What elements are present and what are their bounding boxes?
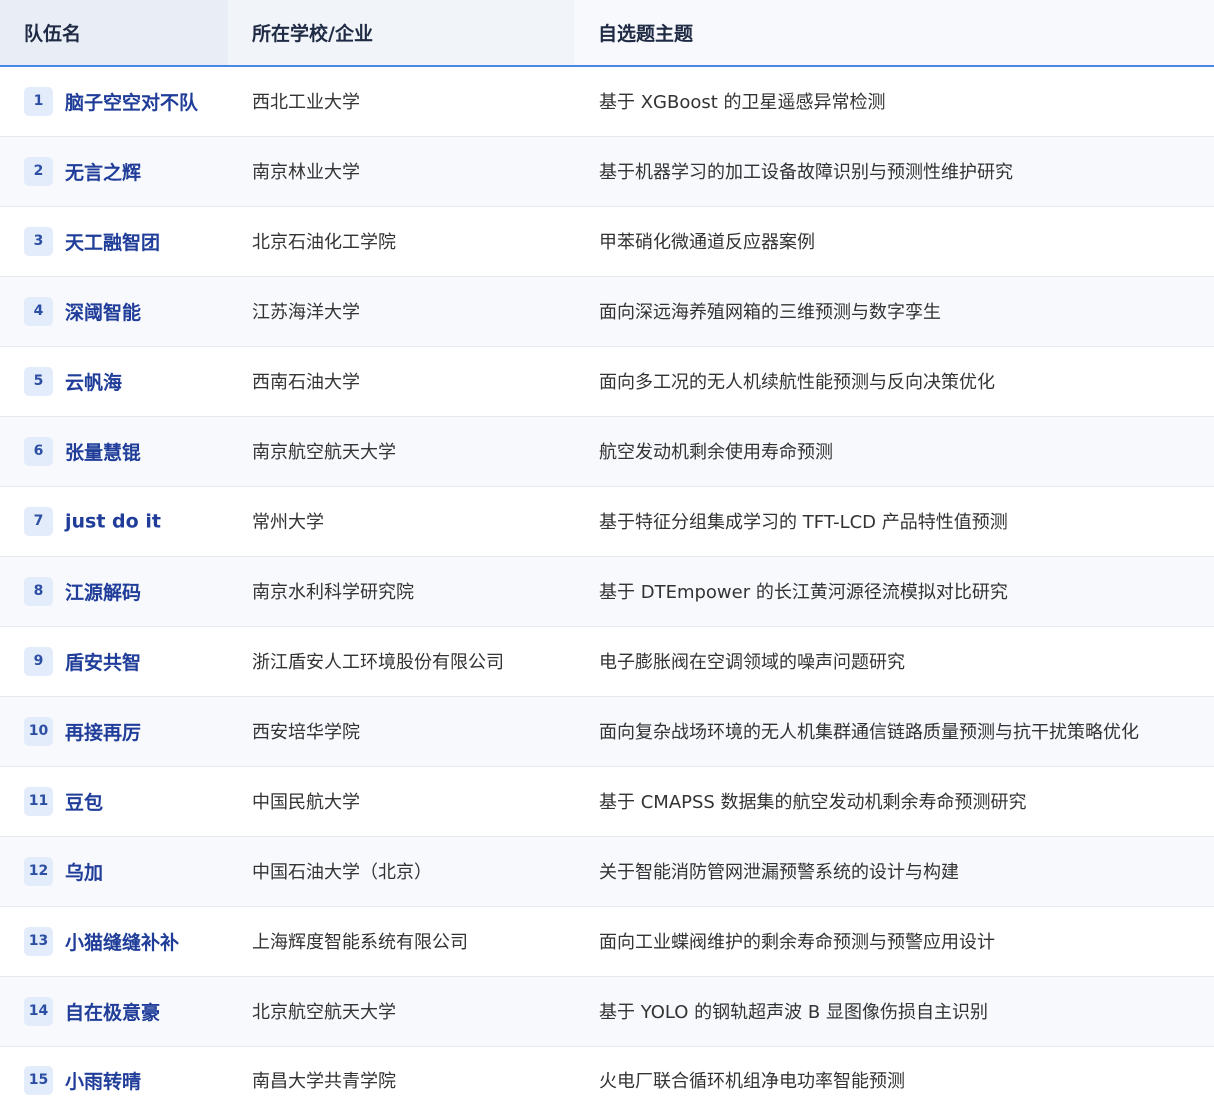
table-row: 12 乌加 中国石油大学（北京） 关于智能消防管网泄漏预警系统的设计与构建 <box>0 836 1214 906</box>
school-cell: 南京航空航天大学 <box>252 442 396 463</box>
team-name: 云帆海 <box>65 371 123 394</box>
topic-cell: 面向多工况的无人机续航性能预测与反向决策优化 <box>599 372 995 393</box>
topic-cell: 航空发动机剩余使用寿命预测 <box>599 442 833 463</box>
school-cell: 浙江盾安人工环境股份有限公司 <box>252 652 504 673</box>
school-cell: 中国石油大学（北京） <box>252 862 432 883</box>
school-cell: 西南石油大学 <box>252 372 360 393</box>
table-row: 11 豆包 中国民航大学 基于 CMAPSS 数据集的航空发动机剩余寿命预测研究 <box>0 766 1214 836</box>
table-row: 13 小猫缝缝补补 上海辉度智能系统有限公司 面向工业蝶阀维护的剩余寿命预测与预警应用… <box>0 906 1214 976</box>
topic-cell: 基于 DTEmpower 的长江黄河源径流模拟对比研究 <box>599 582 1008 603</box>
table-row: 15 小雨转晴 南昌大学共青学院 火电厂联合循环机组净电功率智能预测 <box>0 1046 1214 1114</box>
team-cell: 5 云帆海 <box>0 346 228 416</box>
school-cell: 北京石油化工学院 <box>252 232 396 253</box>
table-row: 5 云帆海 西南石油大学 面向多工况的无人机续航性能预测与反向决策优化 <box>0 346 1214 416</box>
team-name: 自在极意豪 <box>65 1001 161 1024</box>
topic-cell: 关于智能消防管网泄漏预警系统的设计与构建 <box>599 862 959 883</box>
topic-cell: 基于 CMAPSS 数据集的航空发动机剩余寿命预测研究 <box>599 792 1027 813</box>
table-row: 1 脑子空空对不队 西北工业大学 基于 XGBoost 的卫星遥感异常检测 <box>0 66 1214 136</box>
table-row: 2 无言之辉 南京林业大学 基于机器学习的加工设备故障识别与预测性维护研究 <box>0 136 1214 206</box>
table-row: 8 江源解码 南京水利科学研究院 基于 DTEmpower 的长江黄河源径流模拟对比研… <box>0 556 1214 626</box>
team-cell: 2 无言之辉 <box>0 136 228 206</box>
team-name: 乌加 <box>65 861 104 884</box>
team-name: 无言之辉 <box>65 161 142 184</box>
rank-badge: 6 <box>24 436 53 466</box>
team-name: 脑子空空对不队 <box>65 91 199 114</box>
rank-badge: 4 <box>24 296 53 326</box>
rank-badge: 7 <box>24 506 53 536</box>
school-cell: 南京水利科学研究院 <box>252 582 414 603</box>
team-name: 再接再厉 <box>65 721 142 744</box>
team-cell: 8 江源解码 <box>0 556 228 626</box>
school-cell: 常州大学 <box>252 512 324 533</box>
table-header-row: 队伍名 所在学校/企业 自选题主题 <box>0 0 1214 67</box>
header-topic: 自选题主题 <box>574 0 1214 67</box>
topic-cell: 火电厂联合循环机组净电功率智能预测 <box>599 1071 905 1093</box>
team-cell: 1 脑子空空对不队 <box>0 66 228 136</box>
team-name: 小猫缝缝补补 <box>65 931 180 954</box>
table-row: 10 再接再厉 西安培华学院 面向复杂战场环境的无人机集群通信链路质量预测与抗干扰策略… <box>0 696 1214 766</box>
rank-badge: 5 <box>24 366 53 396</box>
table-row: 3 天工融智团 北京石油化工学院 甲苯硝化微通道反应器案例 <box>0 206 1214 276</box>
rank-badge: 3 <box>24 226 53 256</box>
team-cell: 12 乌加 <box>0 836 228 906</box>
team-cell: 7 just do it <box>0 486 228 556</box>
rank-badge: 14 <box>24 996 53 1026</box>
table-row: 9 盾安共智 浙江盾安人工环境股份有限公司 电子膨胀阀在空调领域的噪声问题研究 <box>0 626 1214 696</box>
rank-badge: 8 <box>24 576 53 606</box>
topic-cell: 面向工业蝶阀维护的剩余寿命预测与预警应用设计 <box>599 932 995 953</box>
topic-cell: 基于 YOLO 的钢轨超声波 B 显图像伤损自主识别 <box>599 1002 988 1023</box>
team-cell: 4 深阈智能 <box>0 276 228 346</box>
table-row: 14 自在极意豪 北京航空航天大学 基于 YOLO 的钢轨超声波 B 显图像伤损自主识… <box>0 976 1214 1046</box>
topic-cell: 电子膨胀阀在空调领域的噪声问题研究 <box>599 652 905 673</box>
topic-cell: 面向复杂战场环境的无人机集群通信链路质量预测与抗干扰策略优化 <box>599 722 1139 743</box>
team-cell: 10 再接再厉 <box>0 696 228 766</box>
rank-badge: 2 <box>24 156 53 186</box>
school-cell: 西北工业大学 <box>252 92 360 114</box>
rank-badge: 11 <box>24 786 53 816</box>
team-cell: 14 自在极意豪 <box>0 976 228 1046</box>
rank-badge: 15 <box>24 1065 53 1095</box>
team-name: 小雨转晴 <box>65 1070 142 1093</box>
school-cell: 南京林业大学 <box>252 162 360 183</box>
team-cell: 11 豆包 <box>0 766 228 836</box>
rank-badge: 9 <box>24 646 53 676</box>
topic-cell: 基于特征分组集成学习的 TFT-LCD 产品特性值预测 <box>599 512 1008 533</box>
rank-badge: 13 <box>24 926 53 956</box>
topic-cell: 甲苯硝化微通道反应器案例 <box>599 232 815 253</box>
header-school: 所在学校/企业 <box>228 0 574 67</box>
rank-badge: 10 <box>24 716 53 746</box>
school-cell: 中国民航大学 <box>252 792 360 813</box>
table-row: 6 张量慧锟 南京航空航天大学 航空发动机剩余使用寿命预测 <box>0 416 1214 486</box>
team-name: 豆包 <box>65 791 104 814</box>
school-cell: 上海辉度智能系统有限公司 <box>252 932 468 953</box>
topic-cell: 基于机器学习的加工设备故障识别与预测性维护研究 <box>599 162 1013 183</box>
table-row: 7 just do it 常州大学 基于特征分组集成学习的 TFT-LCD 产品特性值… <box>0 486 1214 556</box>
rank-badge: 1 <box>24 86 53 116</box>
team-cell: 3 天工融智团 <box>0 206 228 276</box>
header-team: 队伍名 <box>0 0 228 67</box>
team-name: 天工融智团 <box>65 231 161 254</box>
topic-cell: 基于 XGBoost 的卫星遥感异常检测 <box>599 92 886 114</box>
team-cell: 6 张量慧锟 <box>0 416 228 486</box>
team-cell: 15 小雨转晴 <box>0 1046 228 1114</box>
team-name: 深阈智能 <box>65 301 142 324</box>
team-cell: 9 盾安共智 <box>0 626 228 696</box>
topic-cell: 面向深远海养殖网箱的三维预测与数字孪生 <box>599 302 941 323</box>
team-name: 江源解码 <box>65 581 142 604</box>
team-cell: 13 小猫缝缝补补 <box>0 906 228 976</box>
school-cell: 北京航空航天大学 <box>252 1002 396 1023</box>
team-name: 张量慧锟 <box>65 441 142 464</box>
table-row: 4 深阈智能 江苏海洋大学 面向深远海养殖网箱的三维预测与数字孪生 <box>0 276 1214 346</box>
teams-table: 队伍名 所在学校/企业 自选题主题 1 脑子空空对不队 西北工业大学 基于 XGBoo… <box>0 0 1214 1114</box>
team-name: 盾安共智 <box>65 651 142 674</box>
rank-badge: 12 <box>24 856 53 886</box>
school-cell: 南昌大学共青学院 <box>252 1071 396 1093</box>
team-name: just do it <box>65 510 161 532</box>
school-cell: 西安培华学院 <box>252 722 360 743</box>
school-cell: 江苏海洋大学 <box>252 302 360 323</box>
